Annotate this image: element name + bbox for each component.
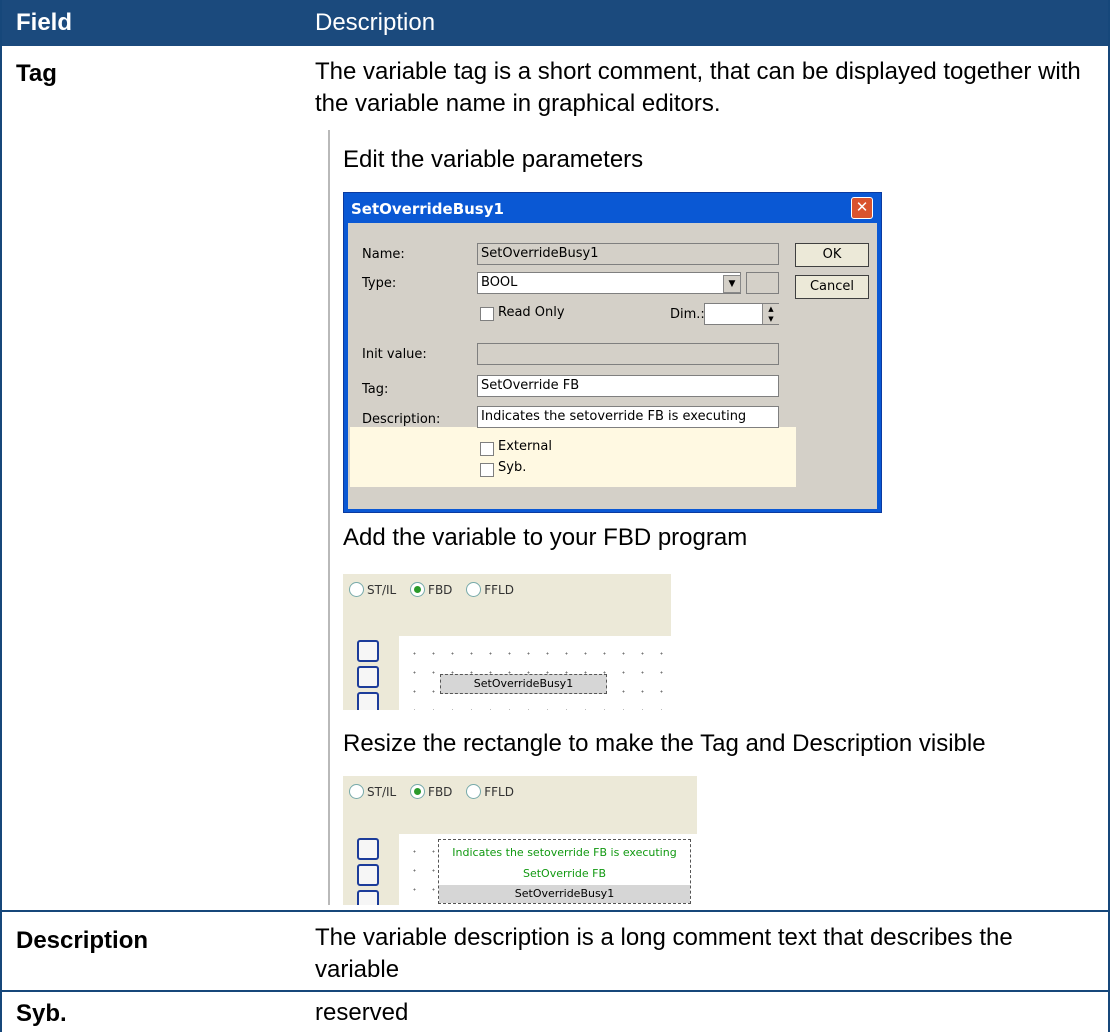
block-tool-icon[interactable] bbox=[357, 666, 379, 688]
read-only-checkbox[interactable] bbox=[480, 307, 494, 321]
language-radio-group: ST/IL FBD FFLD bbox=[349, 784, 524, 799]
type-select[interactable]: BOOL bbox=[477, 272, 741, 294]
init-value-field[interactable] bbox=[477, 343, 779, 365]
cancel-button[interactable]: Cancel bbox=[795, 275, 869, 299]
field-description-table: Field Description Tag The variable tag i… bbox=[0, 0, 1110, 1032]
description-field[interactable]: Indicates the setoverride FB is executin… bbox=[477, 406, 779, 428]
fbd-editor-2: ST/IL FBD FFLD Indicates the setoverride… bbox=[343, 776, 697, 905]
caption-resize: Resize the rectangle to make the Tag and… bbox=[343, 730, 986, 757]
row-separator bbox=[2, 990, 1108, 992]
variable-tool-icon[interactable] bbox=[357, 692, 379, 710]
ok-button[interactable]: OK bbox=[795, 243, 869, 267]
radio-ffld[interactable] bbox=[466, 784, 482, 799]
type-extra-field[interactable] bbox=[746, 272, 779, 294]
radio-stil[interactable] bbox=[349, 784, 364, 799]
block-description-text: Indicates the setoverride FB is executin… bbox=[452, 846, 677, 859]
radio-ffld[interactable] bbox=[466, 582, 482, 597]
caption-add: Add the variable to your FBD program bbox=[343, 524, 748, 551]
row-description: reserved bbox=[315, 999, 409, 1026]
external-label: External bbox=[498, 439, 552, 454]
name-field[interactable]: SetOverrideBusy1 bbox=[477, 243, 779, 265]
variable-block[interactable]: SetOverrideBusy1 bbox=[440, 674, 607, 694]
dialog-body: Name: SetOverrideBusy1 Type: BOOL ▼ Read… bbox=[348, 223, 877, 509]
row-description: The variable tag is a short comment, tha… bbox=[315, 58, 1081, 117]
row-separator bbox=[2, 910, 1108, 912]
block-name-text: SetOverrideBusy1 bbox=[439, 885, 690, 903]
radio-fbd[interactable] bbox=[410, 784, 426, 799]
dim-label: Dim.: bbox=[670, 307, 705, 322]
type-value: BOOL bbox=[481, 275, 518, 290]
row-field: Description bbox=[16, 927, 149, 954]
name-label: Name: bbox=[362, 247, 405, 262]
select-tool-icon[interactable] bbox=[357, 640, 379, 662]
header-description: Description bbox=[315, 9, 436, 36]
block-tag-text: SetOverride FB bbox=[522, 867, 607, 880]
radio-stil[interactable] bbox=[349, 582, 364, 597]
description-label: Description: bbox=[362, 412, 441, 427]
resized-variable-block[interactable]: Indicates the setoverride FB is executin… bbox=[438, 839, 691, 904]
external-checkbox[interactable] bbox=[480, 442, 494, 456]
header-field: Field bbox=[16, 9, 73, 36]
caption-edit: Edit the variable parameters bbox=[343, 146, 644, 173]
chevron-down-icon[interactable]: ▼ bbox=[723, 275, 741, 293]
syb-checkbox[interactable] bbox=[480, 463, 494, 477]
row-description: The variable description is a long comme… bbox=[315, 924, 1013, 983]
row-field: Syb. bbox=[16, 1000, 67, 1027]
tag-description-highlight bbox=[350, 427, 796, 487]
variable-tool-icon[interactable] bbox=[357, 890, 379, 905]
init-value-label: Init value: bbox=[362, 347, 427, 362]
variable-dialog: SetOverrideBusy1 ✕ Name: SetOverrideBusy… bbox=[343, 192, 882, 513]
language-radio-group: ST/IL FBD FFLD bbox=[349, 582, 524, 597]
syb-label: Syb. bbox=[498, 460, 527, 475]
type-label: Type: bbox=[362, 276, 397, 291]
table-header: Field Description bbox=[2, 0, 1108, 46]
tag-label: Tag: bbox=[362, 382, 389, 397]
radio-fbd[interactable] bbox=[410, 582, 426, 597]
fbd-editor-1: ST/IL FBD FFLD SetOverrideBusy1 bbox=[343, 574, 671, 710]
fbd-canvas[interactable] bbox=[399, 636, 671, 710]
close-icon[interactable]: ✕ bbox=[851, 197, 873, 219]
select-tool-icon[interactable] bbox=[357, 838, 379, 860]
dialog-title: SetOverrideBusy1 bbox=[351, 200, 504, 218]
note-bar bbox=[328, 130, 330, 905]
block-tool-icon[interactable] bbox=[357, 864, 379, 886]
stepper-arrows-icon[interactable]: ▲ ▼ bbox=[762, 304, 779, 324]
read-only-label: Read Only bbox=[498, 305, 565, 320]
tag-field[interactable]: SetOverride FB bbox=[477, 375, 779, 397]
row-field: Tag bbox=[16, 60, 57, 87]
